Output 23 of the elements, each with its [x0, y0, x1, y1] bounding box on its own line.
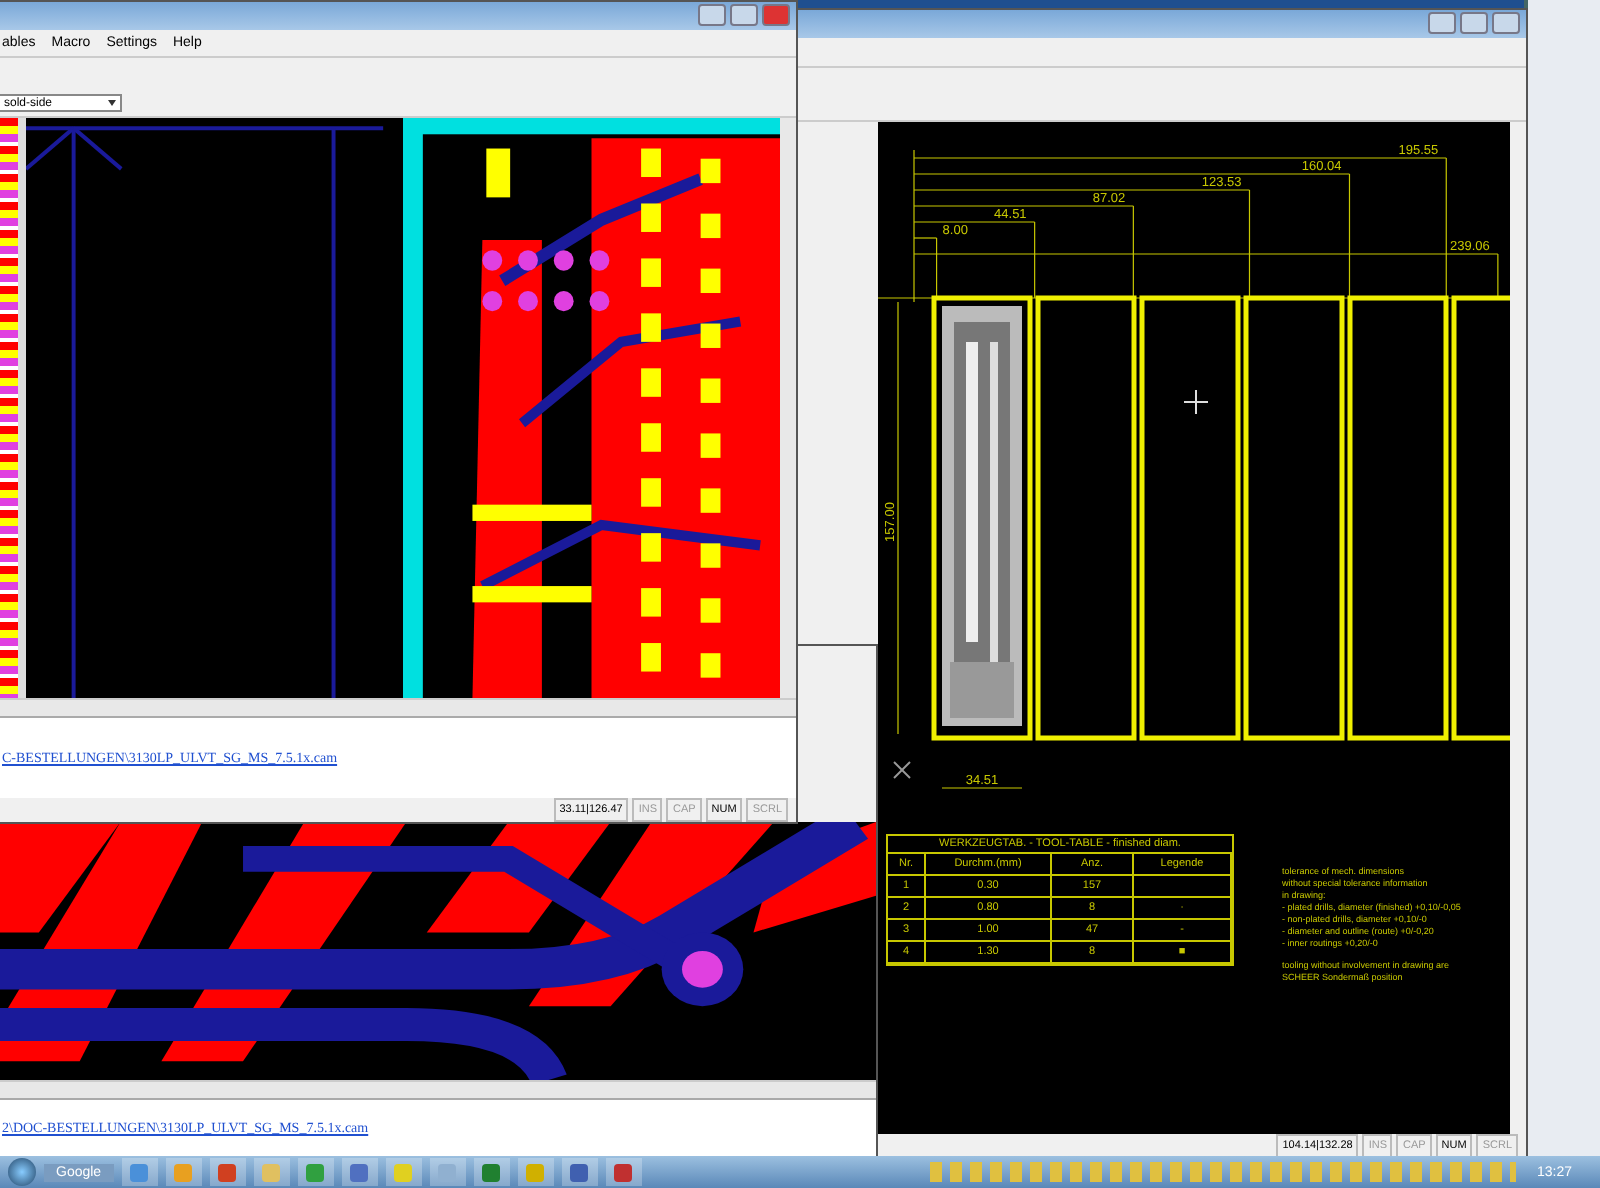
taskbar-app-icon[interactable]	[121, 1158, 158, 1186]
minimize-button[interactable]	[1428, 12, 1456, 34]
taskbar-app-icon[interactable]	[297, 1158, 334, 1186]
taskbar-app-icon[interactable]	[473, 1158, 510, 1186]
scroll-bar[interactable]	[780, 118, 796, 698]
close-button[interactable]	[1492, 12, 1520, 34]
taskbar-app-icon[interactable]	[209, 1158, 246, 1186]
taskbar-app-icon[interactable]	[165, 1158, 202, 1186]
taskbar-app-icon[interactable]	[605, 1158, 642, 1186]
scroll-bar[interactable]	[0, 698, 796, 716]
taskbar-app-icon[interactable]	[561, 1158, 598, 1186]
taskbar-app-icon[interactable]	[253, 1158, 290, 1186]
maximize-button[interactable]	[730, 4, 758, 26]
crosshair-icon	[1183, 389, 1209, 415]
caret-icon	[108, 100, 116, 106]
taskbar-app-icon[interactable]	[341, 1158, 378, 1186]
taskbar-app-icon[interactable]	[429, 1158, 466, 1186]
minimize-button[interactable]	[698, 4, 726, 26]
taskbar-app-icon[interactable]	[385, 1158, 422, 1186]
taskbar-app-icon[interactable]	[517, 1158, 554, 1186]
close-mark-icon	[893, 761, 911, 779]
start-button[interactable]	[8, 1158, 36, 1186]
maximize-button[interactable]	[1460, 12, 1488, 34]
